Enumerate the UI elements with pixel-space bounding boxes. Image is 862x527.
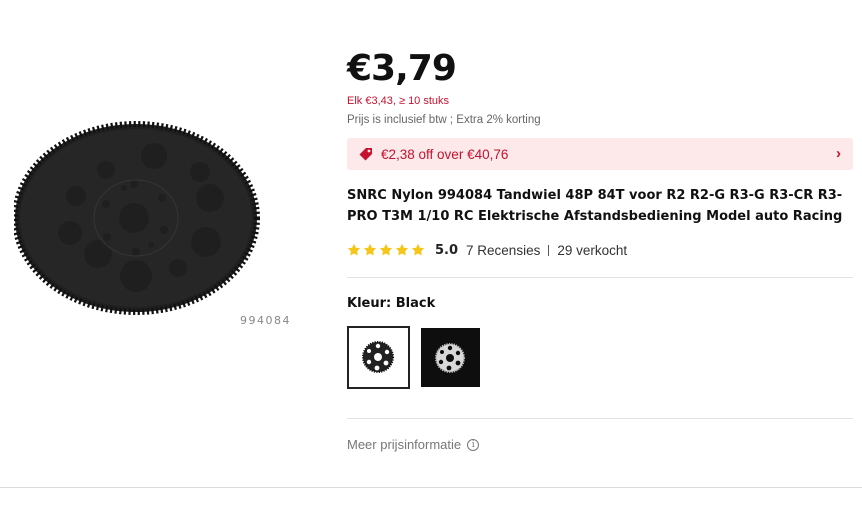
more-price-info-label: Meer prijsinformatie <box>347 437 462 452</box>
color-swatch-black[interactable] <box>347 326 410 389</box>
color-label: Kleur: Black <box>347 294 435 311</box>
gear-image: 994084 <box>14 121 291 327</box>
color-label-text: Kleur: <box>347 296 396 311</box>
rating-value: 5.0 <box>435 242 459 258</box>
model-code-label: 994084 <box>240 314 291 327</box>
divider <box>347 418 853 419</box>
rating-row: 5.0 7 Recensies 29 verkocht <box>347 241 627 259</box>
price: €3,79 <box>347 48 457 89</box>
divider <box>0 487 862 488</box>
divider <box>347 277 853 278</box>
more-price-info-link[interactable]: Meer prijsinformatie i <box>347 437 480 452</box>
color-value: Black <box>395 296 436 311</box>
sold-count: 29 verkocht <box>557 242 628 258</box>
star-icon <box>411 243 425 256</box>
swatch-thumbnail <box>362 341 394 373</box>
reviews-link[interactable]: 7 Recensies <box>466 243 540 258</box>
chevron-right-icon: › <box>836 145 841 162</box>
product-title: SNRC Nylon 994084 Tandwiel 48P 84T voor … <box>347 188 843 224</box>
divider <box>548 244 550 256</box>
star-icon <box>379 243 393 256</box>
star-icon <box>363 243 377 256</box>
info-icon: i <box>467 438 480 451</box>
star-icon <box>395 243 409 256</box>
vat-note: Prijs is inclusief btw ; Extra 2% kortin… <box>347 114 541 126</box>
product-image[interactable]: 994084 <box>14 100 324 350</box>
color-swatch-white[interactable] <box>421 328 480 387</box>
coupon-banner[interactable]: €2,38 off over €40,76 › <box>347 138 853 170</box>
coupon-text: €2,38 off over €40,76 <box>381 146 509 162</box>
star-icon <box>347 243 361 256</box>
rating-stars[interactable] <box>347 243 425 257</box>
tag-icon <box>359 148 372 161</box>
bulk-price: Elk €3,43, ≥ 10 stuks <box>347 95 450 107</box>
swatch-thumbnail <box>435 343 465 373</box>
